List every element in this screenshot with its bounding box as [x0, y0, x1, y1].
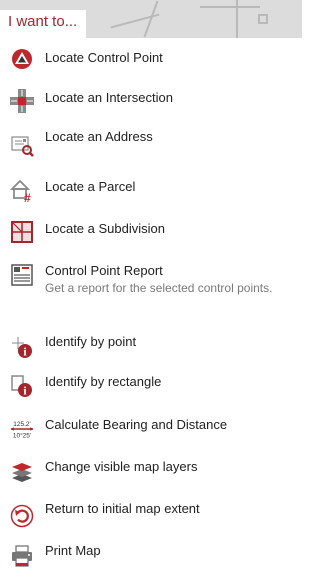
- map-background-line: [200, 6, 260, 8]
- intersection-icon: [10, 89, 34, 113]
- menu-item-label: Return to initial map extent: [45, 501, 200, 516]
- menu-item-return-initial-extent[interactable]: Return to initial map extent: [0, 496, 302, 530]
- menu-item-label: Locate an Address: [45, 129, 153, 144]
- subdivision-icon: [10, 220, 34, 244]
- printer-icon: [10, 544, 34, 568]
- menu-header: I want to...: [0, 0, 302, 38]
- map-background-line: [236, 0, 238, 38]
- parcel-icon: #: [10, 178, 34, 202]
- menu-item-locate-intersection[interactable]: Locate an Intersection: [0, 84, 302, 116]
- menu-item-control-point-report[interactable]: Control Point Report Get a report for th…: [0, 258, 302, 320]
- menu-item-label: Identify by rectangle: [45, 374, 162, 389]
- menu-item-label: Locate a Parcel: [45, 179, 136, 194]
- report-icon: [10, 263, 34, 287]
- identify-rectangle-icon: i: [10, 374, 34, 398]
- menu-item-label: Locate a Subdivision: [45, 221, 165, 236]
- address-search-icon: [10, 134, 34, 158]
- identify-point-icon: i: [10, 335, 34, 359]
- menu-item-label: Print Map: [45, 543, 101, 558]
- menu-item-calculate-bearing-distance[interactable]: 125.2' 10°25' Calculate Bearing and Dist…: [0, 412, 302, 446]
- i-want-to-title[interactable]: I want to...: [0, 10, 86, 38]
- control-point-icon: [10, 47, 34, 71]
- svg-text:#: #: [24, 191, 31, 202]
- bearing-distance-icon: 125.2' 10°25': [10, 417, 34, 441]
- menu-item-label: Locate an Intersection: [45, 90, 173, 105]
- menu-item-change-map-layers[interactable]: Change visible map layers: [0, 454, 302, 488]
- return-extent-icon: [10, 504, 34, 528]
- menu-item-identify-by-point[interactable]: i Identify by point: [0, 328, 302, 362]
- menu-item-identify-by-rectangle[interactable]: i Identify by rectangle: [0, 368, 302, 404]
- map-background-line: [110, 13, 160, 29]
- menu-item-locate-control-point[interactable]: Locate Control Point: [0, 44, 302, 76]
- menu-item-locate-subdivision[interactable]: Locate a Subdivision: [0, 216, 302, 248]
- menu-item-locate-address[interactable]: Locate an Address: [0, 124, 302, 160]
- layers-icon: [10, 460, 34, 484]
- menu-item-label: Change visible map layers: [45, 459, 198, 474]
- map-background-line: [258, 14, 268, 24]
- menu-item-label: Identify by point: [45, 334, 137, 349]
- bearing-icon-text-bottom: 10°25': [13, 431, 31, 439]
- menu-item-description: Get a report for the selected control po…: [45, 281, 273, 295]
- menu-item-print-map[interactable]: Print Map: [0, 538, 302, 569]
- menu-item-label: Locate Control Point: [45, 50, 163, 65]
- menu-item-label: Control Point Report: [45, 263, 163, 278]
- bearing-icon-text-top: 125.2': [13, 421, 30, 428]
- menu-item-locate-parcel[interactable]: # Locate a Parcel: [0, 174, 302, 206]
- menu-item-label: Calculate Bearing and Distance: [45, 417, 228, 432]
